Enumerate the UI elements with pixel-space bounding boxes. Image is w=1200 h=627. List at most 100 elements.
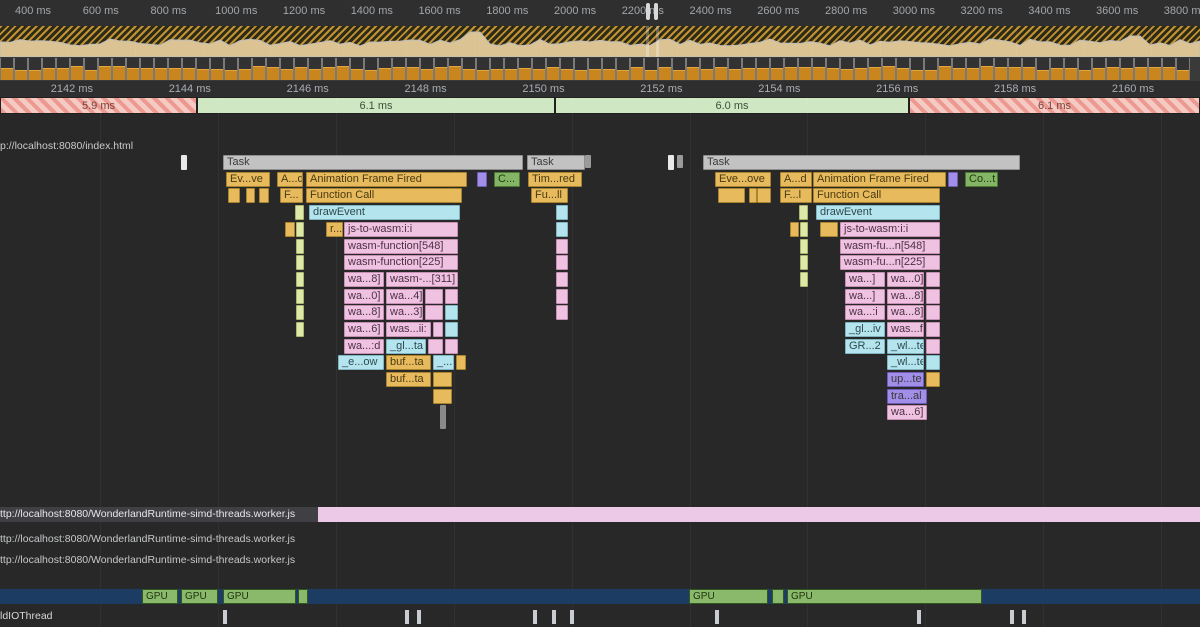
flame-bar[interactable] [556,239,568,254]
screenshot-thumbnail[interactable] [448,58,462,80]
screenshot-thumbnail[interactable] [336,58,350,80]
flame-bar[interactable]: tra...al [887,389,927,404]
screenshot-thumbnail[interactable] [280,58,294,80]
worker-track-label[interactable]: ttp://localhost:8080/WonderlandRuntime-s… [0,532,295,547]
screenshot-thumbnail[interactable] [728,58,742,80]
selection-handle-left[interactable] [646,3,650,20]
io-thread-sample-tick[interactable] [405,610,409,624]
screenshot-thumbnail[interactable] [784,58,798,80]
flame-bar[interactable] [296,239,304,254]
flame-bar[interactable] [800,255,808,270]
flame-bar[interactable] [799,205,808,220]
flame-bar[interactable]: C... [494,172,520,187]
flame-bar[interactable] [425,305,443,320]
flame-bar[interactable]: wa...] [845,272,885,287]
screenshot-thumbnail[interactable] [406,58,420,80]
screenshot-thumbnail[interactable] [1092,58,1106,80]
flame-bar[interactable]: A...d [780,172,812,187]
screenshot-thumbnail[interactable] [938,58,952,80]
screenshot-thumbnail[interactable] [826,58,840,80]
screenshot-thumbnail[interactable] [224,58,238,80]
screenshots-filmstrip[interactable] [0,57,1200,81]
flame-bar[interactable] [285,222,295,237]
io-thread-sample-tick[interactable] [570,610,574,624]
flame-bar[interactable] [445,339,458,354]
frame-segment[interactable]: 6.1 ms [909,97,1200,114]
screenshot-thumbnail[interactable] [112,58,126,80]
screenshot-thumbnail[interactable] [1134,58,1148,80]
flame-bar[interactable]: drawEvent [816,205,940,220]
screenshot-thumbnail[interactable] [658,58,672,80]
gpu-activity-bar[interactable]: GPU [689,589,768,604]
flame-bar[interactable]: wa...6] [887,405,927,420]
screenshot-thumbnail[interactable] [1050,58,1064,80]
cpu-overview-chart[interactable] [0,26,1200,57]
screenshot-thumbnail[interactable] [84,58,98,80]
flame-bar[interactable]: js-to-wasm:i:i [344,222,458,237]
flame-bar[interactable]: _gl...iv [845,322,885,337]
flame-bar[interactable] [757,188,771,203]
screenshot-thumbnail[interactable] [742,58,756,80]
screenshot-thumbnail[interactable] [14,58,28,80]
flame-bar[interactable] [718,188,745,203]
screenshot-thumbnail[interactable] [392,58,406,80]
gpu-activity-bar[interactable]: GPU [223,589,296,604]
flame-bar[interactable]: wasm-fu...n[548] [840,239,940,254]
flame-bar[interactable] [800,272,808,287]
flame-bar[interactable]: Function Call [813,188,940,203]
screenshot-thumbnail[interactable] [126,58,140,80]
flame-bar[interactable]: Function Call [306,188,462,203]
screenshot-thumbnail[interactable] [1148,58,1162,80]
flame-bar[interactable] [926,289,940,304]
flame-bar[interactable]: wa...4] [386,289,423,304]
screenshot-thumbnail[interactable] [504,58,518,80]
screenshot-thumbnail[interactable] [966,58,980,80]
screenshot-thumbnail[interactable] [700,58,714,80]
flame-bar[interactable]: buf...ta [386,355,431,370]
flame-bar[interactable] [428,339,443,354]
screenshot-thumbnail[interactable] [168,58,182,80]
flame-bar[interactable]: wasm-...[311] [386,272,458,287]
flame-bar[interactable]: _gl...ta [386,339,426,354]
flame-bar[interactable] [445,322,458,337]
main-thread-track-label[interactable]: p://localhost:8080/index.html [0,140,133,152]
flame-bar[interactable]: F...l [780,188,812,203]
screenshot-thumbnail[interactable] [812,58,826,80]
screenshot-thumbnail[interactable] [1064,58,1078,80]
flame-bar[interactable] [926,339,940,354]
flame-bar[interactable] [556,289,568,304]
screenshot-thumbnail[interactable] [602,58,616,80]
screenshot-thumbnail[interactable] [518,58,532,80]
flame-bar[interactable] [948,172,958,187]
flame-bar[interactable]: wa...6] [344,322,384,337]
screenshot-thumbnail[interactable] [644,58,658,80]
flame-bar[interactable] [296,289,304,304]
screenshot-thumbnail[interactable] [182,58,196,80]
screenshot-thumbnail[interactable] [210,58,224,80]
gpu-activity-bar[interactable] [298,589,308,604]
screenshot-thumbnail[interactable] [140,58,154,80]
screenshot-thumbnail[interactable] [924,58,938,80]
task-marker-tick[interactable] [677,155,683,168]
flame-bar[interactable]: F... [280,188,303,203]
screenshot-thumbnail[interactable] [1106,58,1120,80]
screenshot-thumbnail[interactable] [476,58,490,80]
io-thread-sample-tick[interactable] [417,610,421,624]
flame-bar[interactable]: Tim...red [528,172,582,187]
task-marker-tick[interactable] [668,155,674,170]
screenshot-thumbnail[interactable] [0,58,14,80]
screenshot-thumbnail[interactable] [56,58,70,80]
screenshot-thumbnail[interactable] [574,58,588,80]
flame-bar[interactable] [296,305,304,320]
flame-bar[interactable] [425,289,443,304]
flame-bar[interactable]: Animation Frame Fired [813,172,946,187]
screenshot-thumbnail[interactable] [616,58,630,80]
io-thread-sample-tick[interactable] [1022,610,1026,624]
flame-bar[interactable] [926,372,940,387]
screenshot-thumbnail[interactable] [910,58,924,80]
flame-bar[interactable] [433,372,452,387]
flame-bar[interactable]: buf...ta [386,372,431,387]
screenshot-thumbnail[interactable] [196,58,210,80]
screenshot-thumbnail[interactable] [994,58,1008,80]
screenshot-thumbnail[interactable] [882,58,896,80]
